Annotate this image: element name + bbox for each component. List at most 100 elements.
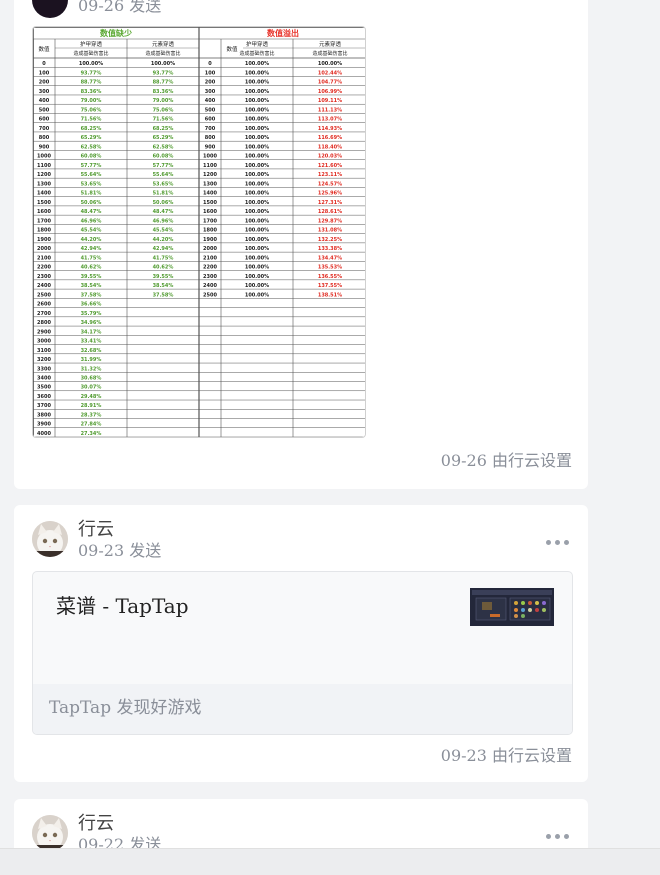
table-cell: 31.32% bbox=[81, 366, 102, 372]
link-source: TapTap 发现好游戏 bbox=[49, 698, 202, 718]
table-cell: 100.00% bbox=[79, 61, 103, 67]
table-cell: 1400 bbox=[37, 191, 51, 197]
table-cell: 3600 bbox=[37, 394, 51, 400]
table-cell: 0 bbox=[42, 61, 46, 67]
table-cell: 2500 bbox=[203, 292, 217, 298]
table-cell: 2300 bbox=[203, 274, 217, 280]
table-cell: 46.96% bbox=[81, 218, 102, 224]
damage-table-graphic: 数值缺少 数值溢出数值 数值护甲穿透造成基础伤害比元素穿透造成基础伤害比护甲穿透造成… bbox=[33, 27, 365, 437]
table-cell: 75.06% bbox=[153, 107, 174, 113]
white-cat-avatar-icon bbox=[32, 521, 68, 557]
table-cell: 38.54% bbox=[153, 283, 174, 289]
post-author: 行云 bbox=[78, 813, 114, 834]
table-cell: 3800 bbox=[37, 412, 51, 418]
table-cell: 121.60% bbox=[318, 163, 342, 169]
table-cell: 100.00% bbox=[245, 274, 269, 280]
table-cell: 51.81% bbox=[81, 191, 102, 197]
table-right-header: 数值溢出 bbox=[267, 28, 299, 38]
table-cell: 40.62% bbox=[153, 265, 174, 271]
avatar[interactable] bbox=[32, 0, 68, 18]
post-date: 09-22 发送 bbox=[78, 835, 162, 848]
table-cell: 3400 bbox=[37, 376, 51, 382]
avatar[interactable] bbox=[32, 815, 68, 848]
link-thumbnail-image bbox=[470, 588, 554, 626]
table-cell: 1000 bbox=[37, 154, 51, 160]
table-cell: 75.06% bbox=[81, 107, 102, 113]
table-cell: 68.25% bbox=[153, 126, 174, 132]
table-cell: 100.00% bbox=[245, 144, 269, 150]
table-cell: 93.77% bbox=[81, 70, 102, 76]
table-cell: 2100 bbox=[37, 255, 51, 261]
table-cell: 109.11% bbox=[318, 98, 342, 104]
table-cell: 41.75% bbox=[153, 255, 174, 261]
table-cell: 30.68% bbox=[81, 376, 102, 382]
table-cell: 131.08% bbox=[318, 228, 342, 234]
table-cell: 1900 bbox=[203, 237, 217, 243]
table-cell: 1400 bbox=[203, 191, 217, 197]
table-cell: 100 bbox=[205, 70, 216, 76]
table-cell: 127.31% bbox=[318, 200, 342, 206]
table-cell: 1200 bbox=[203, 172, 217, 178]
table-cell: 2200 bbox=[37, 265, 51, 271]
table-cell: 62.58% bbox=[81, 144, 102, 150]
table-cell: 100.00% bbox=[245, 283, 269, 289]
table-cell: 400 bbox=[205, 98, 216, 104]
table-cell: 34.17% bbox=[81, 329, 102, 335]
table-left-header: 数值缺少 bbox=[100, 28, 132, 38]
table-cell: 1500 bbox=[37, 200, 51, 206]
avatar[interactable] bbox=[32, 521, 68, 557]
table-cell: 106.99% bbox=[318, 89, 342, 95]
table-cell: 100.00% bbox=[245, 191, 269, 197]
table-cell: 45.54% bbox=[81, 228, 102, 234]
post-image-damage-table[interactable]: 数值缺少 数值溢出 数值 数值 护甲穿透 造成基础伤害比 元素穿透 造成基础伤害比 护甲穿透 造成… bbox=[32, 26, 366, 438]
table-cell: 2000 bbox=[203, 246, 217, 252]
table-cell: 3300 bbox=[37, 366, 51, 372]
table-cell: 44.20% bbox=[81, 237, 102, 243]
table-cell: 100.00% bbox=[245, 209, 269, 215]
table-cell: 35.79% bbox=[81, 311, 102, 317]
link-preview-card[interactable]: 菜谱 - TapTap TapTap 发现好游戏 bbox=[32, 571, 573, 735]
link-title: 菜谱 - TapTap bbox=[56, 594, 189, 618]
table-cell: 88.77% bbox=[153, 80, 174, 86]
table-cell: 100.00% bbox=[245, 246, 269, 252]
table-cell: 2700 bbox=[37, 311, 51, 317]
table-cell: 125.96% bbox=[318, 191, 342, 197]
table-cell: 36.66% bbox=[81, 302, 102, 308]
table-cell: 100.00% bbox=[245, 107, 269, 113]
table-cell: 1800 bbox=[203, 228, 217, 234]
link-footer: TapTap 发现好游戏 bbox=[33, 684, 572, 734]
table-cell: 3700 bbox=[37, 403, 51, 409]
table-cell: 3900 bbox=[37, 422, 51, 428]
table-cell: 800 bbox=[205, 135, 216, 141]
table-cell: 135.53% bbox=[318, 265, 342, 271]
table-cell: 3100 bbox=[37, 348, 51, 354]
table-cell: 200 bbox=[39, 80, 50, 86]
table-cell: 60.08% bbox=[153, 154, 174, 160]
table-cell: 100.00% bbox=[318, 61, 342, 67]
table-cell: 39.55% bbox=[81, 274, 102, 280]
table-cell: 51.81% bbox=[153, 191, 174, 197]
table-cell: 400 bbox=[39, 98, 50, 104]
table-cell: 29.48% bbox=[81, 394, 102, 400]
table-cell: 55.64% bbox=[81, 172, 102, 178]
post-author: 行云 bbox=[78, 519, 114, 540]
table-cell: 100.00% bbox=[151, 61, 175, 67]
table-cell: 1100 bbox=[37, 163, 51, 169]
table-cell: 2800 bbox=[37, 320, 51, 326]
table-cell: 65.29% bbox=[81, 135, 102, 141]
table-cell: 100.00% bbox=[245, 89, 269, 95]
table-cell: 34.96% bbox=[81, 320, 102, 326]
table-cell: 60.08% bbox=[81, 154, 102, 160]
table-cell: 2300 bbox=[37, 274, 51, 280]
more-options-icon[interactable] bbox=[546, 832, 572, 840]
table-cell: 133.38% bbox=[318, 246, 342, 252]
table-cell: 37.58% bbox=[81, 292, 102, 298]
more-options-icon[interactable] bbox=[546, 538, 572, 546]
table-cell: 100.00% bbox=[245, 70, 269, 76]
table-cell: 100.00% bbox=[245, 181, 269, 187]
table-col-label: 元素穿透 bbox=[319, 40, 342, 48]
table-cell: 124.57% bbox=[318, 181, 342, 187]
table-cell: 83.36% bbox=[153, 89, 174, 95]
table-cell: 1000 bbox=[203, 154, 217, 160]
table-cell: 32.68% bbox=[81, 348, 102, 354]
